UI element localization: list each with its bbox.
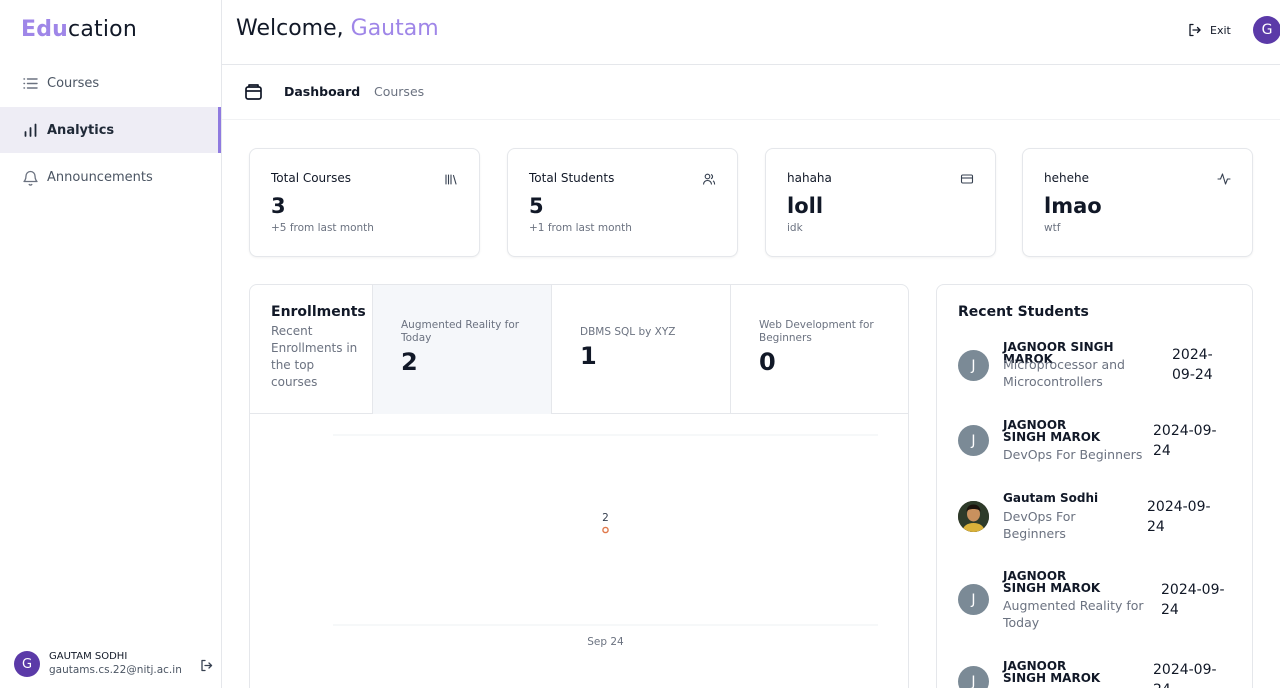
stat-value: loll	[787, 194, 824, 218]
stat-title: Total Students	[529, 171, 615, 185]
student-list-item[interactable]: J JAGNOOR SINGH MAROK Microprocessor and…	[958, 340, 1248, 400]
sidebar-item-analytics[interactable]: Analytics	[0, 107, 221, 153]
stat-title: hahaha	[787, 171, 832, 185]
enrollments-description: Recent Enrollments in the top courses	[271, 324, 358, 389]
bar-chart-icon	[22, 122, 39, 139]
sidebar-item-label: Announcements	[47, 169, 153, 185]
avatar: J	[958, 425, 989, 456]
course-count: 1	[580, 342, 597, 370]
student-date: 2024-09-24	[1172, 347, 1213, 383]
enrollments-card: Enrollments Recent Enrollments in the to…	[249, 284, 909, 688]
student-list-item[interactable]: Gautam Sodhi DevOps For Beginners 2024-0…	[958, 492, 1248, 547]
course-tab-dbms[interactable]: DBMS SQL by XYZ 1	[552, 285, 731, 414]
stat-card-total-courses: Total Courses 3 +5 from last month	[249, 148, 480, 257]
logout-icon[interactable]	[200, 657, 213, 672]
student-name: JAGNOOR SINGH MAROK	[1003, 569, 1101, 595]
users-icon	[702, 171, 716, 185]
stat-value: 5	[529, 194, 544, 218]
tab-bar: Dashboard Courses	[222, 65, 1280, 120]
sidebar: Education Courses Analytics Announcement…	[0, 0, 222, 688]
user-name: GAUTAM SODHI	[49, 651, 128, 662]
course-name: Augmented Reality for Today	[401, 319, 520, 344]
course-tab-augmented-reality[interactable]: Augmented Reality for Today 2	[373, 285, 552, 414]
stat-card-hahaha: hahaha loll idk	[765, 148, 996, 257]
library-icon	[444, 171, 458, 185]
x-tick-label: Sep 24	[587, 636, 624, 648]
exit-button[interactable]: Exit	[1188, 20, 1231, 40]
stat-card-hehehe: hehehe lmao wtf	[1022, 148, 1253, 257]
stat-value: lmao	[1044, 194, 1102, 218]
avatar: J	[958, 666, 989, 688]
chart-svg: Sep 24 2	[333, 434, 878, 648]
stat-card-total-students: Total Students 5 +1 from last month	[507, 148, 738, 257]
welcome-title: Welcome, Gautam	[236, 16, 439, 41]
student-list-item[interactable]: J JAGNOOR SINGH MAROK Augmented Reality …	[958, 569, 1248, 634]
course-count: 0	[759, 348, 776, 376]
student-course: DevOps For Beginners	[1003, 509, 1076, 541]
exit-label: Exit	[1210, 23, 1231, 37]
app-logo[interactable]: Education	[21, 17, 137, 42]
sidebar-item-announcements[interactable]: Announcements	[0, 154, 221, 200]
stat-subtext: idk	[787, 222, 803, 234]
student-course: Microprocessor and Microcontrollers	[1003, 357, 1125, 389]
avatar: J	[958, 584, 989, 615]
user-email: gautams.cs.22@nitj.ac.in	[49, 664, 182, 676]
logo-rest: cation	[68, 17, 137, 42]
stat-subtext: wtf	[1044, 222, 1061, 234]
course-name: Web Development for Beginners	[759, 319, 874, 344]
student-date: 2024-09-24	[1147, 499, 1211, 535]
student-name: JAGNOOR SINGH MAROK	[1003, 418, 1101, 444]
avatar	[958, 501, 989, 532]
welcome-prefix: Welcome,	[236, 16, 344, 41]
stat-title: hehehe	[1044, 171, 1089, 185]
activity-icon	[1217, 171, 1231, 185]
enrollments-info: Enrollments Recent Enrollments in the to…	[250, 285, 373, 414]
sidebar-item-courses[interactable]: Courses	[0, 60, 221, 106]
bell-icon	[22, 169, 39, 186]
recent-students-title: Recent Students	[958, 304, 1089, 320]
exit-icon	[1188, 23, 1202, 37]
sidebar-item-label: Analytics	[47, 122, 115, 138]
student-list-item[interactable]: J JAGNOOR SINGH MAROK DevOps For Beginne…	[958, 418, 1248, 468]
user-footer: G GAUTAM SODHI gautams.cs.22@nitj.ac.in	[14, 651, 214, 679]
top-header: Welcome, Gautam Exit G	[222, 0, 1280, 65]
enrollments-title: Enrollments	[271, 304, 366, 320]
logo-accent: Edu	[21, 17, 69, 42]
course-count: 2	[401, 348, 418, 376]
package-icon	[244, 82, 263, 101]
tab-courses[interactable]: Courses	[374, 84, 424, 99]
stat-subtext: +5 from last month	[271, 222, 374, 234]
student-date: 2024-09-24	[1161, 582, 1225, 618]
recent-students-card: Recent Students J JAGNOOR SINGH MAROK Mi…	[936, 284, 1253, 688]
list-icon	[22, 75, 39, 92]
student-name: JAGNOOR SINGH MAROK	[1003, 659, 1101, 685]
welcome-user-name: Gautam	[350, 16, 439, 41]
data-point	[602, 526, 609, 534]
stat-subtext: +1 from last month	[529, 222, 632, 234]
course-tab-web-dev[interactable]: Web Development for Beginners 0	[731, 285, 908, 414]
stat-value: 3	[271, 194, 286, 218]
avatar: J	[958, 350, 989, 381]
tab-dashboard[interactable]: Dashboard	[284, 84, 360, 99]
credit-card-icon	[960, 171, 974, 185]
student-course: Augmented Reality for Today	[1003, 598, 1144, 630]
stat-title: Total Courses	[271, 171, 351, 185]
enrollment-chart: Sep 24 2	[250, 414, 908, 688]
data-label: 2	[602, 512, 609, 524]
user-avatar[interactable]: G	[1253, 16, 1280, 44]
course-name: DBMS SQL by XYZ	[580, 326, 676, 338]
student-name: Gautam Sodhi	[1003, 491, 1099, 505]
student-list-item[interactable]: J JAGNOOR SINGH MAROK 2024-09-24	[958, 659, 1248, 688]
student-date: 2024-09-24	[1153, 662, 1217, 688]
student-course: DevOps For Beginners	[1003, 447, 1143, 462]
sidebar-item-label: Courses	[47, 75, 100, 91]
avatar[interactable]: G	[14, 651, 40, 677]
student-date: 2024-09-24	[1153, 423, 1217, 459]
student-photo	[958, 501, 989, 532]
enrollments-header: Enrollments Recent Enrollments in the to…	[250, 285, 908, 414]
